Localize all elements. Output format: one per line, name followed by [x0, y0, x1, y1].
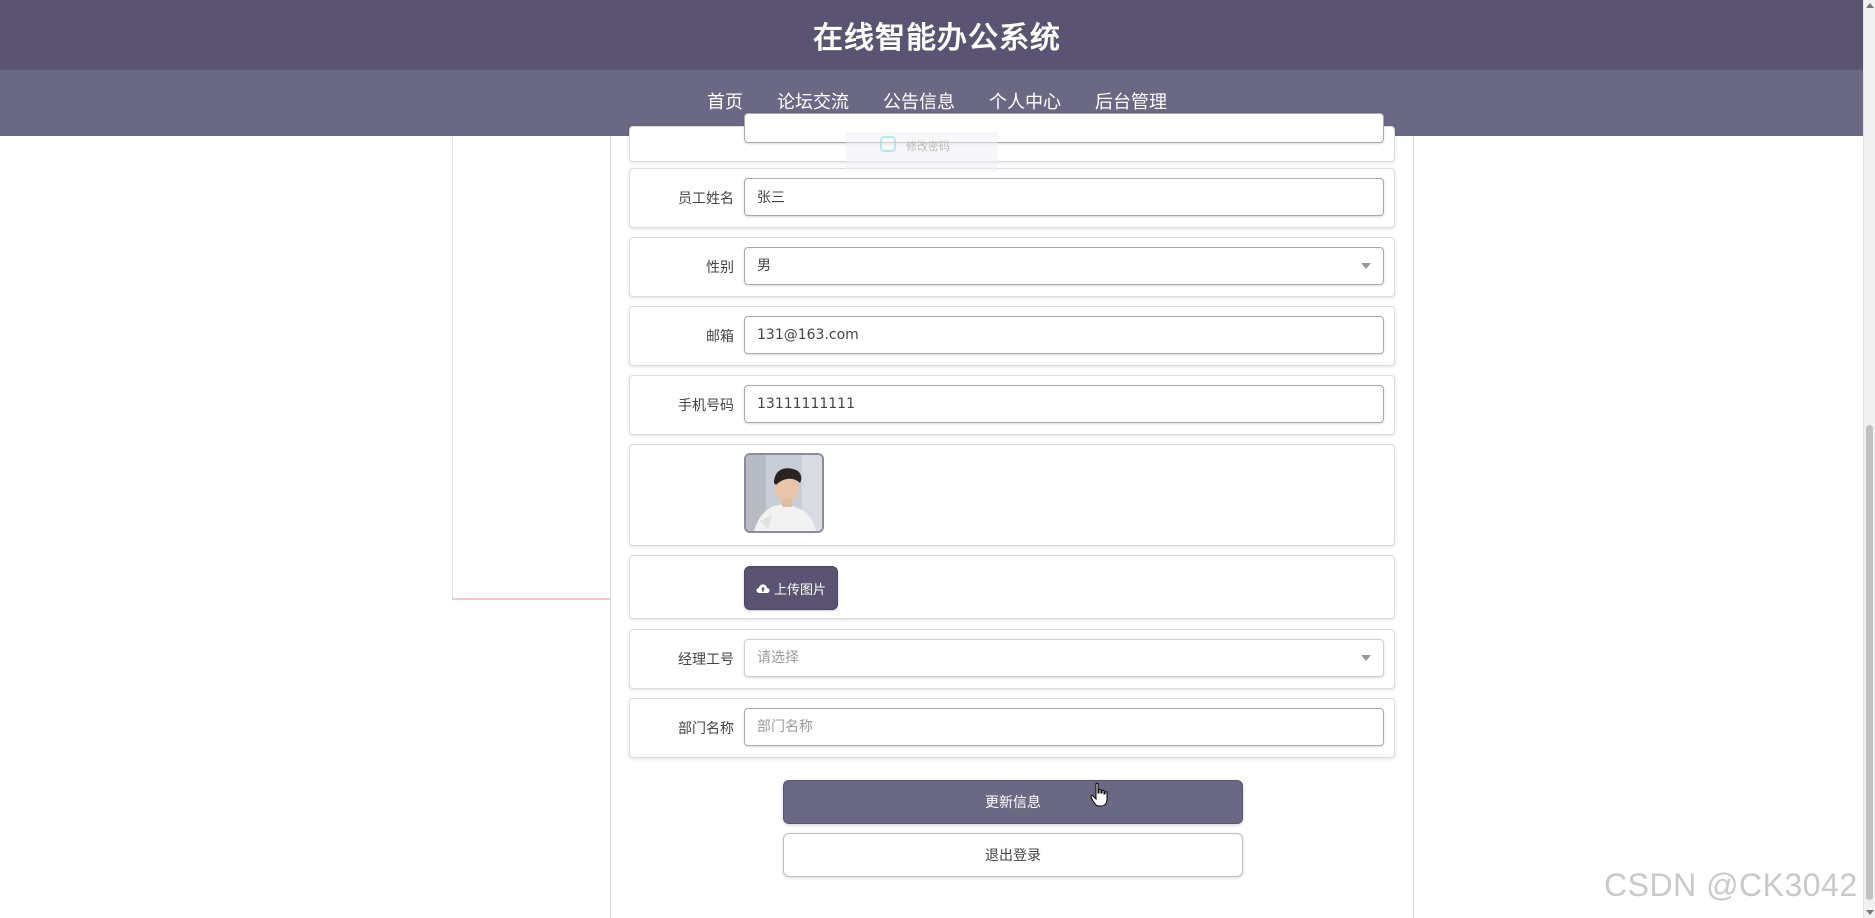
gender-select[interactable]: 男 [744, 247, 1384, 285]
form-row-department: 部门名称 [629, 698, 1395, 758]
form-row-phone: 手机号码 [629, 375, 1395, 435]
form-row-upload: 上传图片 [629, 555, 1395, 619]
form-row-email: 邮箱 [629, 306, 1395, 366]
form-row-gender: 性别 男 [629, 237, 1395, 297]
profile-form-panel: 员工姓名 性别 男 邮箱 手机号码 [610, 113, 1414, 918]
upload-image-label: 上传图片 [773, 582, 826, 598]
form-row-manager-id: 经理工号 请选择 [629, 629, 1395, 689]
scroll-thumb[interactable] [1866, 425, 1873, 900]
email-input[interactable] [744, 316, 1384, 354]
hidden-field[interactable] [744, 113, 1384, 143]
upload-image-button[interactable]: 上传图片 [744, 566, 838, 610]
email-label: 邮箱 [706, 329, 734, 345]
manager-id-label: 经理工号 [678, 652, 734, 668]
hand-cursor-icon [1090, 782, 1108, 807]
form-row-employee-name: 员工姓名 [629, 168, 1395, 228]
employee-name-label: 员工姓名 [678, 191, 734, 207]
page-scrollbar[interactable] [1863, 0, 1875, 918]
side-card [452, 136, 614, 600]
phone-label: 手机号码 [678, 398, 734, 414]
site-title: 在线智能办公系统 [813, 21, 1061, 56]
cloud-upload-icon [756, 584, 770, 593]
phone-input[interactable] [744, 385, 1384, 423]
form-row-hidden [629, 113, 1395, 162]
manager-id-select[interactable]: 请选择 [744, 639, 1384, 677]
form-row-avatar [629, 444, 1395, 546]
scroll-down-arrow-icon[interactable] [1866, 910, 1874, 915]
chevron-down-icon [1361, 263, 1371, 269]
employee-name-input[interactable] [744, 178, 1384, 216]
watermark: CSDN @CK3042 [1604, 867, 1858, 903]
chat-icon [880, 136, 896, 152]
avatar-image [746, 455, 822, 531]
department-input[interactable] [744, 708, 1384, 746]
ghost-overlay-text: 修改密码 [906, 140, 950, 153]
site-header: 在线智能办公系统 [0, 0, 1864, 70]
avatar [744, 453, 824, 533]
manager-id-placeholder: 请选择 [757, 650, 799, 666]
department-label: 部门名称 [678, 721, 734, 737]
scroll-up-arrow-icon[interactable] [1866, 3, 1874, 8]
page: 在线智能办公系统 首页 论坛交流 公告信息 个人中心 后台管理 员工姓名 性别 … [0, 0, 1875, 918]
gender-select-value: 男 [757, 258, 771, 274]
logout-button[interactable]: 退出登录 [783, 833, 1243, 877]
gender-label: 性别 [706, 260, 734, 276]
update-info-button[interactable]: 更新信息 [783, 780, 1243, 824]
chevron-down-icon [1361, 655, 1371, 661]
